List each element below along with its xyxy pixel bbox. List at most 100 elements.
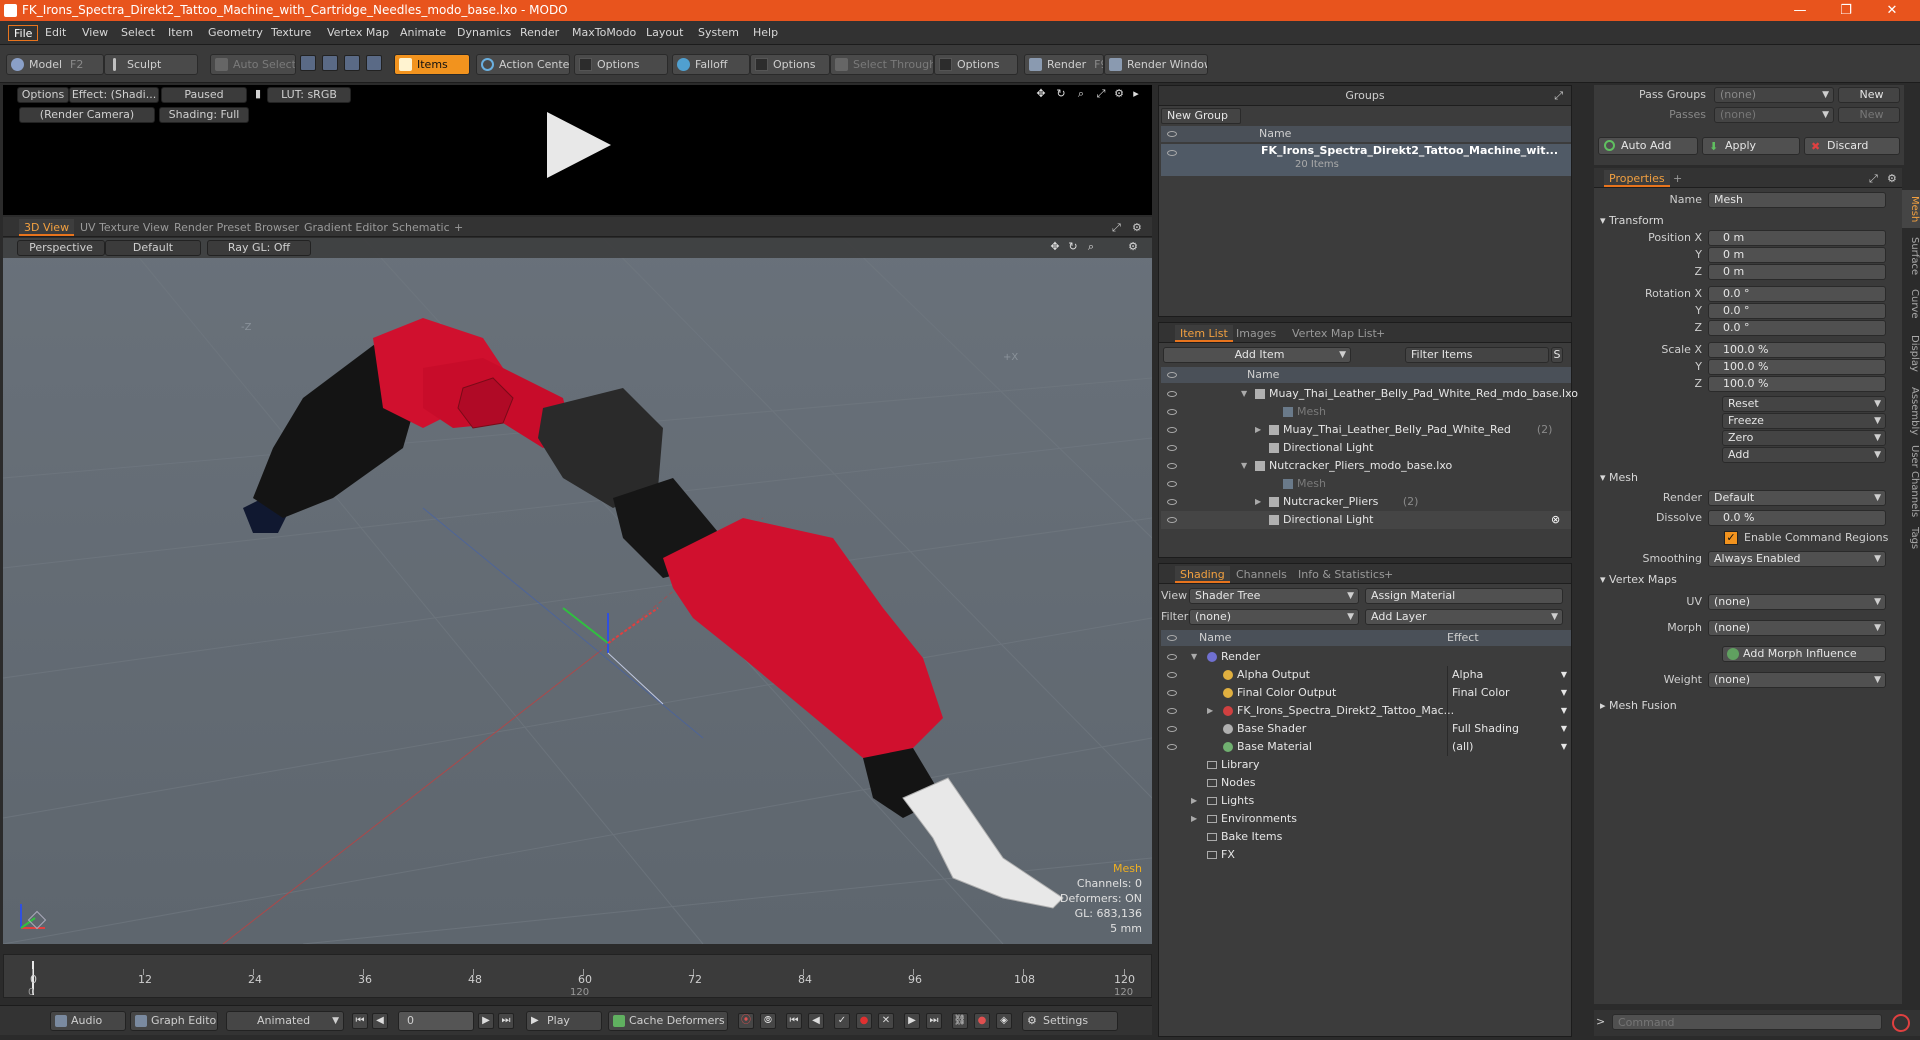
menu-geometry[interactable]: Geometry: [203, 25, 268, 41]
tab-info-statistics[interactable]: Info & Statistics: [1293, 566, 1390, 583]
falloff-button[interactable]: Falloff: [672, 54, 750, 75]
new-pass-group-button[interactable]: New: [1838, 87, 1900, 103]
menu-view[interactable]: View: [77, 25, 113, 41]
lock-icon[interactable]: ▮: [251, 87, 265, 103]
item-list-row[interactable]: ▶ Muay_Thai_Leather_Belly_Pad_White_Red (2…: [1161, 421, 1571, 439]
tab-uv-texture-view[interactable]: UV Texture View: [75, 219, 174, 236]
eye-icon[interactable]: [1167, 499, 1177, 505]
maximize-button[interactable]: ❐: [1823, 0, 1869, 21]
side-tab-surface[interactable]: Surface: [1902, 232, 1920, 280]
expand-arrow-icon[interactable]: ▶: [1255, 421, 1261, 439]
options-checkbox[interactable]: [579, 58, 592, 71]
new-pass-button[interactable]: New: [1838, 107, 1900, 123]
expand-arrow-icon[interactable]: ▶: [1207, 702, 1213, 720]
animated-dropdown[interactable]: Animated ▼: [226, 1011, 344, 1031]
viewport-pan-icon[interactable]: ✥: [1047, 240, 1063, 256]
menu-select[interactable]: Select: [116, 25, 160, 41]
transform-section[interactable]: ▾ Transform: [1600, 213, 1664, 229]
effect-dropdown[interactable]: (all) ▼: [1447, 738, 1571, 756]
freeze-button[interactable]: Freeze ▼: [1722, 413, 1886, 429]
viewport-zoom-icon[interactable]: ⌕: [1083, 240, 1099, 256]
side-tab-tags[interactable]: Tags: [1902, 522, 1920, 554]
eye-icon[interactable]: [1167, 427, 1177, 433]
tab-gradient-editor[interactable]: Gradient Editor: [299, 219, 393, 236]
add-tab-button[interactable]: +: [449, 219, 468, 236]
eye-icon[interactable]: [1167, 672, 1177, 678]
filter-items-input[interactable]: Filter Items: [1405, 347, 1549, 363]
item-list-row[interactable]: Directional Light: [1161, 439, 1571, 457]
eye-icon[interactable]: [1167, 391, 1177, 397]
morph-dropdown[interactable]: (none) ▼: [1708, 620, 1886, 636]
audio-button[interactable]: Audio: [50, 1011, 126, 1031]
expand-arrow-icon[interactable]: ▶: [1255, 493, 1261, 511]
scale-input[interactable]: 100.0 %: [1708, 359, 1886, 375]
item-list-row[interactable]: Mesh: [1161, 403, 1571, 421]
falloff-options-button[interactable]: Options: [750, 54, 830, 75]
materials-mode-icon[interactable]: [366, 55, 382, 71]
eye-icon[interactable]: [1167, 744, 1177, 750]
item-list-row[interactable]: ▶ Nutcracker_Pliers (2): [1161, 493, 1571, 511]
go-to-start-icon[interactable]: ⏮: [352, 1013, 368, 1029]
shader-tree-row[interactable]: Library: [1161, 756, 1571, 774]
apply-button[interactable]: ⬇ Apply: [1702, 137, 1800, 155]
shader-tree-row[interactable]: Final Color Output Final Color ▼: [1161, 684, 1571, 702]
graph-editor-button[interactable]: Graph Editor: [130, 1011, 218, 1031]
expand-arrow-icon[interactable]: ▶: [1191, 792, 1197, 810]
sculpt-mode-button[interactable]: Sculpt: [104, 54, 198, 75]
eye-icon[interactable]: [1167, 708, 1177, 714]
expand-arrow-icon[interactable]: ▼: [1241, 385, 1247, 403]
vertices-mode-icon[interactable]: [300, 55, 316, 71]
groups-expand-icon[interactable]: ⤢: [1554, 86, 1563, 106]
new-group-button[interactable]: New Group: [1161, 108, 1241, 124]
position-input[interactable]: 0 m: [1708, 230, 1886, 246]
prev-frame-icon[interactable]: ◀: [808, 1013, 824, 1029]
item-list-row[interactable]: Mesh: [1161, 475, 1571, 493]
cache-deformers-button[interactable]: Cache Deformers: [608, 1011, 728, 1031]
action-center-options-button[interactable]: Options: [574, 54, 668, 75]
preview-paused-button[interactable]: Paused: [161, 87, 247, 103]
shader-tree-row[interactable]: Nodes: [1161, 774, 1571, 792]
menu-file[interactable]: File: [8, 25, 39, 41]
shader-tree-row[interactable]: FX: [1161, 846, 1571, 864]
dissolve-input[interactable]: 0.0 %: [1708, 510, 1886, 526]
tab-channels[interactable]: Channels: [1231, 566, 1292, 583]
reset-button[interactable]: Reset ▼: [1722, 396, 1886, 412]
shader-tree-row[interactable]: Bake Items: [1161, 828, 1571, 846]
shader-tree-row[interactable]: ▶ FK_Irons_Spectra_Direkt2_Tattoo_Mac... ▼: [1161, 702, 1571, 720]
side-tab-display[interactable]: Display: [1902, 328, 1920, 378]
menu-system[interactable]: System: [693, 25, 744, 41]
shader-tree-row[interactable]: ▶ Environments: [1161, 810, 1571, 828]
close-button[interactable]: ✕: [1869, 0, 1915, 21]
menu-edit[interactable]: Edit: [40, 25, 71, 41]
delete-key-icon[interactable]: ✕: [878, 1013, 894, 1029]
group-row[interactable]: FK_Irons_Spectra_Direkt2_Tattoo_Machine_…: [1161, 144, 1571, 176]
3d-viewport[interactable]: Perspective Default Ray GL: Off ✥ ↻ ⌕ ⚙ …: [3, 238, 1152, 944]
viewport-gear-icon[interactable]: ⚙: [1127, 219, 1147, 236]
mesh-fusion-section[interactable]: ▸ Mesh Fusion: [1600, 698, 1677, 714]
add-tab-button[interactable]: +: [1371, 325, 1390, 342]
menu-item[interactable]: Item: [163, 25, 198, 41]
step-back-icon[interactable]: ◀: [372, 1013, 388, 1029]
options-checkbox[interactable]: [939, 58, 952, 71]
scale-input[interactable]: 100.0 %: [1708, 376, 1886, 392]
effect-dropdown[interactable]: Final Color ▼: [1447, 684, 1571, 702]
preview-options-button[interactable]: Options: [17, 87, 69, 103]
shader-tree-row[interactable]: ▶ Lights: [1161, 792, 1571, 810]
vertex-maps-section[interactable]: ▾ Vertex Maps: [1600, 572, 1677, 588]
command-input[interactable]: [1612, 1014, 1882, 1030]
shader-tree-row[interactable]: Base Shader Full Shading ▼: [1161, 720, 1571, 738]
side-tab-curve[interactable]: Curve: [1902, 284, 1920, 324]
s-button[interactable]: S: [1551, 347, 1563, 363]
prev-key-icon[interactable]: ⏮: [786, 1013, 802, 1029]
eye-icon[interactable]: [1167, 726, 1177, 732]
key-icon[interactable]: ⦾: [760, 1013, 776, 1029]
item-list-row[interactable]: ▼ Nutcracker_Pliers_modo_base.lxo: [1161, 457, 1571, 475]
menu-vertex-map[interactable]: Vertex Map: [322, 25, 394, 41]
tab-vertex-map-list[interactable]: Vertex Map List: [1287, 325, 1382, 342]
item-list-row[interactable]: Directional Light ⊗: [1161, 511, 1571, 529]
viewport-rotate-icon[interactable]: ↻: [1065, 240, 1081, 256]
options-checkbox[interactable]: [755, 58, 768, 71]
zero-button[interactable]: Zero ▼: [1722, 430, 1886, 446]
filter-dropdown[interactable]: (none) ▼: [1189, 609, 1359, 625]
keyframe-options-icon[interactable]: ◈: [996, 1013, 1012, 1029]
